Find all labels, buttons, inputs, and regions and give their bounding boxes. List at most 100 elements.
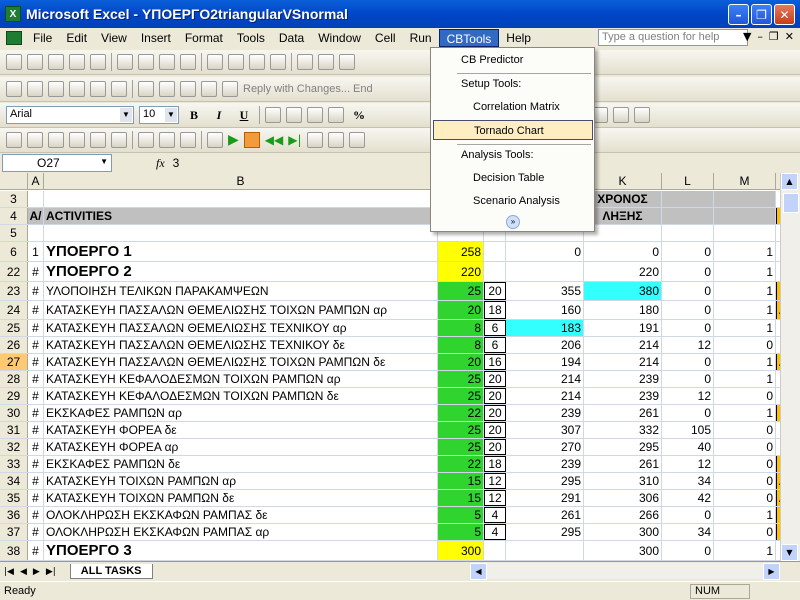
menu-insert[interactable]: Insert	[134, 29, 178, 47]
row-header[interactable]: 33	[0, 456, 28, 472]
cell-b[interactable]: ΚΑΤΑΣΚΕΥΗ ΦΟΡΕΑ αρ	[44, 439, 438, 455]
scroll-down-icon[interactable]: ▼	[781, 544, 798, 561]
select-icon[interactable]	[111, 132, 127, 148]
cell-c2[interactable]: 4	[484, 507, 506, 523]
menu-file[interactable]: File	[26, 29, 59, 47]
menu-view[interactable]: View	[94, 29, 134, 47]
cell-c2[interactable]: 6	[484, 320, 506, 336]
cell-m[interactable]: 1	[714, 541, 776, 560]
row-header[interactable]: 24	[0, 301, 28, 319]
row-header[interactable]: 23	[0, 282, 28, 300]
run-play-icon[interactable]: ▶	[228, 132, 239, 148]
cell-l[interactable]: 0	[662, 405, 714, 421]
cell-c2[interactable]: 12	[484, 490, 506, 506]
cell-k[interactable]	[584, 225, 662, 241]
cell-l[interactable]: 12	[662, 337, 714, 353]
menu-item-correlation-matrix[interactable]: Correlation Matrix	[473, 97, 560, 117]
cell-l[interactable]: 0	[662, 320, 714, 336]
next-sheet-icon[interactable]: ▶	[33, 567, 40, 577]
paste-icon[interactable]	[249, 54, 265, 70]
cell-k[interactable]: 239	[584, 388, 662, 404]
cell-j[interactable]: 160	[506, 301, 584, 319]
row-header[interactable]: 29	[0, 388, 28, 404]
cell-a[interactable]: #	[28, 337, 44, 353]
cell-l[interactable]: 0	[662, 507, 714, 523]
underline-button[interactable]: U	[234, 106, 254, 124]
cell-b[interactable]: ΕΚΣΚΑΦΕΣ ΡΑΜΠΩΝ αρ	[44, 405, 438, 421]
formula-input[interactable]: 3	[173, 156, 180, 170]
cell-a[interactable]: #	[28, 282, 44, 300]
help-search-input[interactable]: Type a question for help	[598, 29, 748, 46]
cell-c2[interactable]: 4	[484, 524, 506, 540]
cell-m[interactable]	[714, 208, 776, 224]
cell-a[interactable]: #	[28, 473, 44, 489]
cell-c1[interactable]: 15	[438, 473, 484, 489]
cell-k[interactable]: 261	[584, 405, 662, 421]
cell-k[interactable]: 266	[584, 507, 662, 523]
prev-sheet-icon[interactable]: ◀	[20, 567, 27, 577]
cell-b[interactable]: ΚΑΤΑΣΚΕΥΗ ΤΟΙΧΩΝ ΡΑΜΠΩΝ δε	[44, 490, 438, 506]
cell-l[interactable]: 0	[662, 301, 714, 319]
row-header[interactable]: 37	[0, 524, 28, 540]
help-wizard-icon[interactable]	[634, 107, 650, 123]
cell-m[interactable]	[714, 191, 776, 207]
menu-item-decision-table[interactable]: Decision Table	[473, 168, 544, 188]
cell-k[interactable]: 191	[584, 320, 662, 336]
cell-a[interactable]: 1	[28, 242, 44, 261]
cell-m[interactable]: 0	[714, 473, 776, 489]
comment-icon[interactable]	[27, 81, 43, 97]
cell-a[interactable]: #	[28, 262, 44, 281]
cell-a[interactable]: #	[28, 388, 44, 404]
cell-m[interactable]: 1	[714, 507, 776, 523]
cell-a[interactable]: #	[28, 541, 44, 560]
menu-cbtools[interactable]: CBTools	[438, 29, 500, 47]
cell-c2[interactable]: 20	[484, 282, 506, 300]
row-header[interactable]: 36	[0, 507, 28, 523]
histogram-icon[interactable]	[348, 132, 365, 148]
cell-a[interactable]	[28, 191, 44, 207]
cell-b[interactable]: ΚΑΤΑΣΚΕΥΗ ΚΕΦΑΛΟΔΕΣΜΩΝ ΤΟΙΧΩΝ ΡΑΜΠΩΝ αρ	[44, 371, 438, 387]
vertical-scrollbar[interactable]: ▲ ▼	[780, 173, 800, 561]
cell-k[interactable]: 300	[584, 524, 662, 540]
reply-icon[interactable]	[222, 81, 238, 97]
row-header[interactable]: 4	[0, 208, 28, 224]
cell-j[interactable]: 183	[506, 320, 584, 336]
chart-icon[interactable]	[6, 132, 22, 148]
cell-m[interactable]: 0	[714, 490, 776, 506]
email-icon[interactable]	[90, 54, 106, 70]
merge-center-icon[interactable]	[328, 107, 344, 123]
cell-c2[interactable]: 18	[484, 301, 506, 319]
step-icon[interactable]: ▶|	[288, 133, 301, 147]
row-header[interactable]: 3	[0, 191, 28, 207]
cell-l[interactable]	[662, 208, 714, 224]
research-icon[interactable]	[180, 54, 196, 70]
row-header[interactable]: 27	[0, 354, 28, 370]
cell-k[interactable]: 0	[584, 242, 662, 261]
cell-l[interactable]: 0	[662, 354, 714, 370]
menu-item-scenario-analysis[interactable]: Scenario Analysis	[473, 191, 560, 211]
permission-icon[interactable]	[69, 54, 85, 70]
menu-run[interactable]: Run	[403, 29, 439, 47]
cell-k[interactable]: 239	[584, 371, 662, 387]
cell-m[interactable]: 1	[714, 320, 776, 336]
cell-c1[interactable]: 25	[438, 371, 484, 387]
scroll-up-icon[interactable]: ▲	[781, 173, 798, 190]
cell-b[interactable]: ΚΑΤΑΣΚΕΥΗ ΠΑΣΣΑΛΩΝ ΘΕΜΕΛΙΩΣΗΣ ΤΕΧΝΙΚΟΥ δ…	[44, 337, 438, 353]
cell-c1[interactable]: 8	[438, 337, 484, 353]
cell-m[interactable]: 1	[714, 262, 776, 281]
stop-icon[interactable]	[243, 132, 260, 148]
cell-a[interactable]: #	[28, 320, 44, 336]
menu-expand-chevron-icon[interactable]: »	[506, 215, 520, 229]
cell-b[interactable]: ΚΑΤΑΣΚΕΥΗ ΠΑΣΣΑΛΩΝ ΘΕΜΕΛΙΩΣΗΣ ΤΟΙΧΩΝ ΡΑΜ…	[44, 301, 438, 319]
cell-c2[interactable]: 6	[484, 337, 506, 353]
cell-j[interactable]: 194	[506, 354, 584, 370]
column-header-m[interactable]: M	[714, 173, 776, 190]
menu-data[interactable]: Data	[272, 29, 311, 47]
bold-button[interactable]: B	[184, 106, 204, 124]
row-header[interactable]: 22	[0, 262, 28, 281]
cell-c1[interactable]: 5	[438, 524, 484, 540]
menu-help[interactable]: Help	[499, 29, 538, 47]
cell-j[interactable]: 261	[506, 507, 584, 523]
cell-k[interactable]: 220	[584, 262, 662, 281]
redo-icon[interactable]	[318, 54, 334, 70]
